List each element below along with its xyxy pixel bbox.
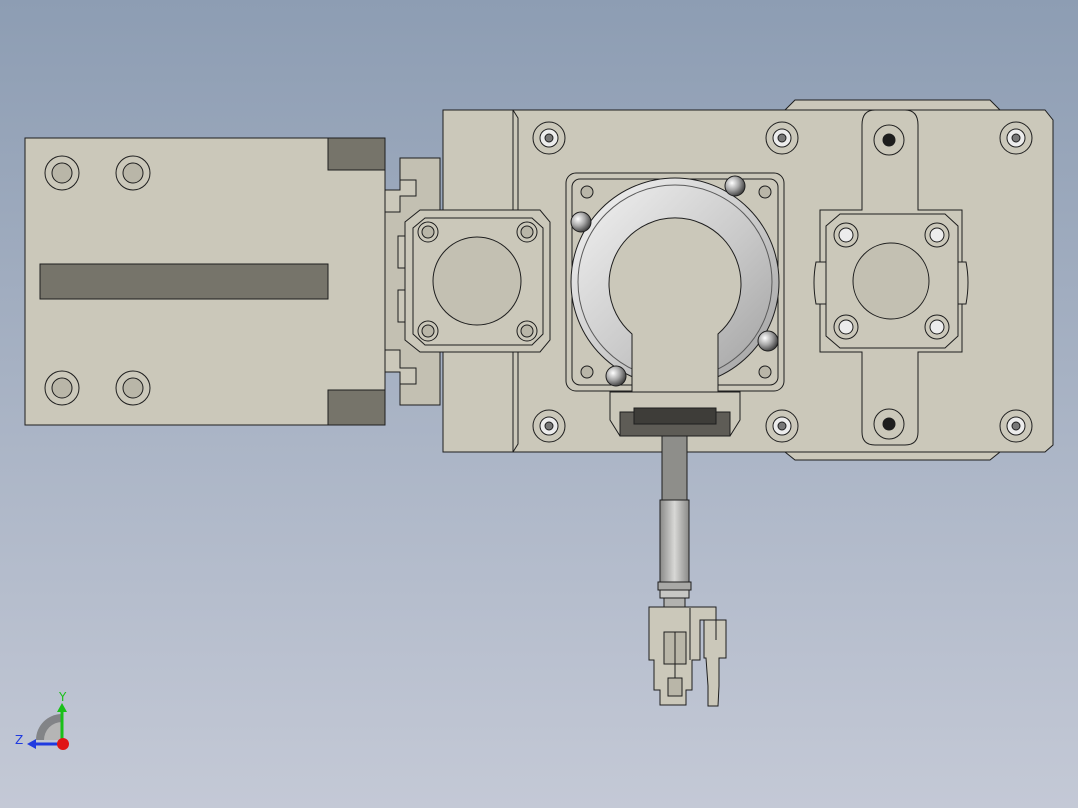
motor-block[interactable] bbox=[24, 137, 386, 426]
cable[interactable] bbox=[657, 435, 692, 609]
cable-clamp[interactable] bbox=[609, 391, 741, 437]
flange-left[interactable] bbox=[404, 209, 551, 353]
flange-right[interactable] bbox=[813, 213, 969, 349]
cad-drawing: Y Z bbox=[0, 0, 1078, 808]
motor-slot bbox=[39, 263, 329, 300]
z-axis-label: Z bbox=[15, 733, 23, 747]
y-axis-label: Y bbox=[58, 690, 67, 704]
cad-viewport[interactable]: Y Z bbox=[0, 0, 1078, 808]
x-axis-dot bbox=[57, 738, 69, 750]
